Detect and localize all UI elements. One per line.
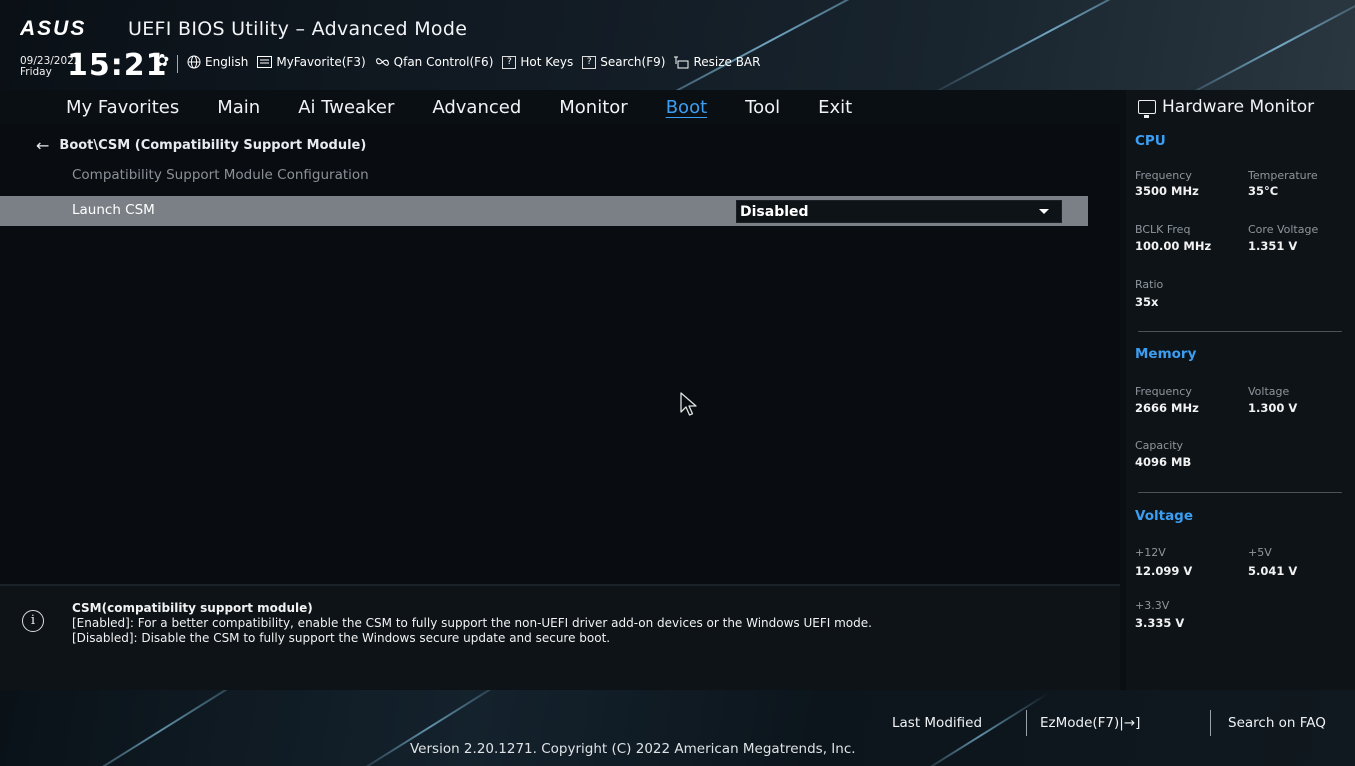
search-button[interactable]: ? Search(F9): [582, 55, 665, 69]
ratio-value: 35x: [1135, 295, 1159, 309]
question-box-icon: ?: [502, 55, 517, 69]
search-label: Search(F9): [600, 55, 666, 69]
section-divider: [1138, 492, 1342, 493]
myfavorite-label: MyFavorite(F3): [276, 55, 366, 69]
resize-bar-icon: [674, 55, 689, 69]
tab-main[interactable]: Main: [217, 94, 260, 121]
memory-frequency-label: Frequency: [1135, 385, 1192, 398]
back-arrow-icon[interactable]: ←: [36, 136, 49, 155]
hardware-monitor-panel: Hardware Monitor CPU Frequency 3500 MHz …: [1126, 90, 1355, 690]
header-bar: ASUS UEFI BIOS Utility – Advanced Mode 0…: [0, 0, 1355, 90]
footer-divider: [1026, 710, 1027, 736]
header-decoration: [917, 0, 1183, 90]
fan-icon: [375, 55, 390, 69]
select-value: Disabled: [740, 203, 809, 220]
tab-monitor[interactable]: Monitor: [559, 94, 627, 121]
cpu-temperature-value: 35°C: [1248, 184, 1279, 198]
v12-value: 12.099 V: [1135, 564, 1193, 578]
cpu-frequency-value: 3500 MHz: [1135, 184, 1199, 198]
footer-divider: [1210, 710, 1211, 736]
mouse-cursor-icon: [680, 392, 697, 416]
resize-bar-button[interactable]: Resize BAR: [674, 55, 760, 69]
help-title: CSM(compatibility support module): [72, 601, 313, 615]
globe-icon: [186, 55, 201, 69]
memory-frequency-value: 2666 MHz: [1135, 401, 1199, 415]
info-icon: i: [22, 610, 44, 632]
memory-voltage-value: 1.300 V: [1248, 401, 1298, 415]
bclk-value: 100.00 MHz: [1135, 239, 1212, 253]
tab-advanced[interactable]: Advanced: [432, 94, 521, 121]
monitor-icon: [1138, 100, 1156, 118]
question-box-icon: ?: [582, 55, 597, 69]
cpu-frequency-label: Frequency: [1135, 169, 1192, 182]
qfan-control-button[interactable]: Qfan Control(F6): [375, 55, 494, 69]
chevron-down-icon: [1039, 209, 1049, 214]
memory-section-title: Memory: [1135, 346, 1197, 362]
help-text: CSM(compatibility support module) [Enabl…: [72, 601, 872, 646]
memory-capacity-value: 4096 MB: [1135, 455, 1192, 469]
asus-logo: ASUS: [20, 17, 86, 39]
tab-ai-tweaker[interactable]: Ai Tweaker: [298, 94, 394, 121]
resize-bar-label: Resize BAR: [693, 55, 761, 69]
tab-tool[interactable]: Tool: [745, 94, 780, 121]
v33-label: +3.3V: [1135, 599, 1170, 612]
v12-label: +12V: [1135, 546, 1166, 559]
footer-bar: Last Modified EzMode(F7)|→] Search on FA…: [0, 690, 1355, 766]
hardware-monitor-header: Hardware Monitor: [1126, 90, 1355, 124]
gear-icon[interactable]: ✿: [155, 51, 169, 71]
section-divider: [1138, 331, 1342, 332]
v5-label: +5V: [1248, 546, 1272, 559]
svg-text:ASUS: ASUS: [20, 17, 86, 39]
core-voltage-label: Core Voltage: [1248, 223, 1319, 236]
footer-decoration: [49, 690, 271, 766]
memory-voltage-label: Voltage: [1248, 385, 1290, 398]
toolbar: English MyFavorite(F3) Qfan Control(F6) …: [186, 55, 760, 69]
language-label: English: [205, 55, 249, 69]
launch-csm-select[interactable]: Disabled: [736, 200, 1062, 223]
help-enabled-desc: [Enabled]: For a better compatibility, e…: [72, 616, 872, 630]
help-panel: i CSM(compatibility support module) [Ena…: [0, 584, 1120, 690]
setting-row-launch-csm[interactable]: Launch CSM Disabled: [0, 196, 1088, 226]
breadcrumb: ← Boot\CSM (Compatibility Support Module…: [36, 136, 366, 155]
header-decoration: [584, 0, 956, 90]
version-text: Version 2.20.1271. Copyright (C) 2022 Am…: [410, 741, 856, 757]
v5-value: 5.041 V: [1248, 564, 1298, 578]
v33-value: 3.335 V: [1135, 616, 1185, 630]
qfan-label: Qfan Control(F6): [393, 55, 494, 69]
tab-my-favorites[interactable]: My Favorites: [66, 94, 179, 121]
main-panel: ← Boot\CSM (Compatibility Support Module…: [0, 124, 1120, 584]
section-subtitle: Compatibility Support Module Configurati…: [72, 167, 369, 183]
breadcrumb-text: Boot\CSM (Compatibility Support Module): [59, 138, 367, 153]
core-voltage-value: 1.351 V: [1248, 239, 1298, 253]
favorite-icon: [257, 55, 273, 69]
hardware-monitor-title: Hardware Monitor: [1162, 97, 1315, 117]
hotkeys-button[interactable]: ? Hot Keys: [502, 55, 573, 69]
main-nav: My Favorites Main Ai Tweaker Advanced Mo…: [0, 90, 1120, 124]
search-faq-button[interactable]: Search on FAQ: [1228, 715, 1326, 731]
ratio-label: Ratio: [1135, 278, 1164, 291]
voltage-section-title: Voltage: [1135, 508, 1193, 524]
help-disabled-desc: [Disabled]: Disable the CSM to fully sup…: [72, 631, 611, 645]
setting-label: Launch CSM: [72, 202, 155, 218]
ezmode-button[interactable]: EzMode(F7)|→]: [1040, 715, 1140, 731]
header-decoration: [1164, 0, 1355, 90]
bclk-label: BCLK Freq: [1135, 223, 1191, 236]
hotkeys-label: Hot Keys: [520, 55, 574, 69]
cpu-section-title: CPU: [1135, 133, 1166, 149]
language-button[interactable]: English: [186, 55, 248, 69]
clock: 15:21: [67, 48, 168, 83]
last-modified-button[interactable]: Last Modified: [892, 715, 982, 731]
header-divider: [177, 55, 178, 73]
tab-exit[interactable]: Exit: [818, 94, 852, 121]
cpu-temperature-label: Temperature: [1248, 169, 1318, 182]
memory-capacity-label: Capacity: [1135, 439, 1184, 452]
app-title: UEFI BIOS Utility – Advanced Mode: [128, 18, 468, 40]
myfavorite-button[interactable]: MyFavorite(F3): [257, 55, 366, 69]
tab-boot[interactable]: Boot: [666, 94, 707, 121]
